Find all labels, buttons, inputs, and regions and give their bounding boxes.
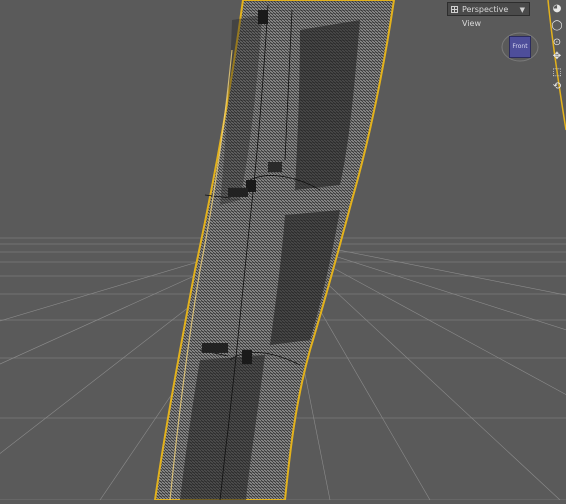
3d-viewport[interactable]: Perspective View ▼ Front ◕ ◯ ⊙ ✥ ⬚ ⟲ xyxy=(0,0,566,501)
orbit-icon[interactable]: ⊙ xyxy=(550,38,564,48)
sphere-icon[interactable]: ◕ xyxy=(550,4,564,14)
camera-icon[interactable]: ⟲ xyxy=(550,82,564,92)
chevron-down-icon: ▼ xyxy=(519,6,525,14)
grid-icon xyxy=(451,6,458,13)
view-cube-front-face[interactable]: Front xyxy=(509,36,531,58)
frame-icon[interactable]: ⬚ xyxy=(550,68,564,78)
view-mode-dropdown[interactable]: Perspective View ▼ xyxy=(447,2,530,28)
zoom-icon[interactable]: ◯ xyxy=(550,21,564,31)
pan-icon[interactable]: ✥ xyxy=(550,52,564,62)
viewport-scene xyxy=(0,0,566,501)
view-cube[interactable]: Front xyxy=(501,32,539,62)
